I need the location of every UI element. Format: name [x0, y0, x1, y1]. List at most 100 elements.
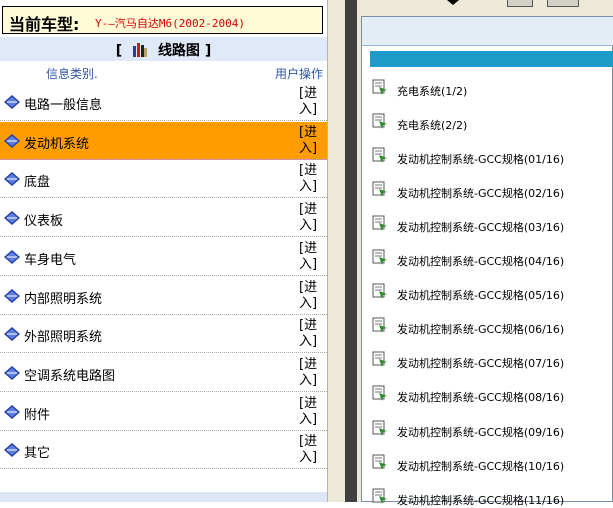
category-row[interactable]: 发动机系统 [进入]: [0, 121, 327, 160]
blue-diamond-book-icon: [4, 133, 20, 148]
enter-link[interactable]: [进入]: [299, 434, 317, 466]
diagram-sheet-icon: [372, 79, 388, 95]
category-label[interactable]: 外部照明系统: [24, 326, 102, 345]
document-panel-header: [362, 17, 613, 46]
diagram-sheet-icon: [372, 113, 388, 130]
toolbar-button[interactable]: [507, 0, 533, 7]
toolbar-button[interactable]: [547, 0, 579, 7]
section-title-bracket-left: [: [115, 43, 123, 59]
document-label[interactable]: 发动机控制系统-GCC规格(08/16): [397, 389, 564, 405]
left-pane-footer: [0, 492, 327, 502]
document-item[interactable]: 发动机控制系统-GCC规格(05/16): [372, 283, 612, 303]
blue-diamond-book-icon: [4, 443, 20, 458]
document-item[interactable]: 发动机控制系统-GCC规格(07/16): [372, 351, 612, 371]
document-item[interactable]: 发动机控制系统-GCC规格(02/16): [372, 181, 612, 201]
category-row[interactable]: 仪表板 [进入]: [0, 199, 327, 238]
column-header: 信息类别. 用户操作: [0, 63, 327, 81]
current-model-label: 当前车型:: [9, 15, 80, 34]
diagram-sheet-icon: [372, 317, 388, 334]
document-label[interactable]: 发动机控制系统-GCC规格(07/16): [397, 355, 564, 371]
category-label[interactable]: 电路一般信息: [24, 94, 102, 113]
blue-diamond-book-icon: [4, 327, 20, 342]
document-label[interactable]: 发动机控制系统-GCC规格(01/16): [397, 151, 564, 167]
category-row[interactable]: 附件 [进入]: [0, 393, 327, 431]
diagram-sheet-icon: [372, 181, 388, 198]
category-label[interactable]: 内部照明系统: [24, 288, 102, 307]
document-label[interactable]: 发动机控制系统-GCC规格(05/16): [397, 287, 564, 303]
blue-diamond-book-icon: [4, 288, 20, 303]
document-label[interactable]: 发动机控制系统-GCC规格(03/16): [397, 219, 564, 235]
diagram-sheet-icon: [372, 215, 388, 232]
right-pane: 充电系统(1/2) 充电系统(2/2) 发动机控制系统-GCC规格(01/16) 发动…: [357, 0, 613, 507]
category-row[interactable]: 底盘 [进入]: [0, 160, 327, 199]
frame-divider[interactable]: [327, 0, 346, 502]
document-item[interactable]: 发动机控制系统-GCC规格(04/16): [372, 249, 612, 269]
document-label[interactable]: 发动机控制系统-GCC规格(09/16): [397, 424, 564, 440]
enter-link[interactable]: [进入]: [299, 163, 317, 195]
document-label[interactable]: 发动机控制系统-GCC规格(11/16): [397, 492, 564, 508]
category-row[interactable]: 电路一般信息 [进入]: [0, 83, 327, 121]
enter-link[interactable]: [进入]: [299, 280, 317, 312]
document-item[interactable]: 发动机控制系统-GCC规格(08/16): [372, 385, 612, 405]
document-item[interactable]: 发动机控制系统-GCC规格(10/16): [372, 454, 612, 474]
enter-link[interactable]: [进入]: [299, 318, 317, 350]
section-title-bracket-right: ]: [204, 43, 212, 59]
category-label[interactable]: 仪表板: [24, 210, 63, 229]
document-label[interactable]: 充电系统(2/2): [397, 117, 467, 133]
blue-diamond-book-icon: [4, 172, 20, 187]
document-item[interactable]: 发动机控制系统-GCC规格(03/16): [372, 215, 612, 235]
blue-diamond-book-icon: [4, 95, 20, 109]
diagram-sheet-icon: [372, 249, 388, 266]
enter-link[interactable]: [进入]: [299, 357, 317, 389]
blue-diamond-book-icon: [4, 249, 20, 264]
enter-link[interactable]: [进入]: [299, 396, 317, 428]
category-row[interactable]: 内部照明系统 [进入]: [0, 277, 327, 315]
diagram-sheet-icon: [372, 351, 388, 368]
blue-diamond-book-icon: [4, 211, 20, 226]
category-label[interactable]: 其它: [24, 442, 50, 461]
category-row[interactable]: 其它 [进入]: [0, 431, 327, 470]
document-panel: 充电系统(1/2) 充电系统(2/2) 发动机控制系统-GCC规格(01/16) 发动…: [361, 16, 613, 507]
category-label[interactable]: 底盘: [24, 171, 50, 190]
document-label[interactable]: 发动机控制系统-GCC规格(02/16): [397, 185, 564, 201]
frame-scrollbar[interactable]: [345, 0, 357, 502]
section-title: [ 线路图 ]: [0, 40, 327, 60]
column-header-operation: 用户操作: [274, 67, 323, 81]
document-item[interactable]: 发动机控制系统-GCC规格(06/16): [372, 317, 612, 337]
document-label[interactable]: 充电系统(1/2): [397, 83, 467, 99]
blue-diamond-book-icon: [4, 365, 20, 380]
enter-link[interactable]: [进入]: [299, 86, 317, 118]
left-pane: 当前车型: Y-—汽马自达M6(2002-2004) [ 线路图 ] 信息类别.…: [0, 0, 327, 502]
blue-diamond-book-icon: [4, 404, 20, 419]
section-title-text: 线路图: [157, 43, 200, 59]
current-model-header: 当前车型: Y-—汽马自达M6(2002-2004): [2, 6, 323, 34]
enter-link[interactable]: [进入]: [299, 241, 317, 273]
document-label[interactable]: 发动机控制系统-GCC规格(04/16): [397, 253, 564, 269]
diagram-sheet-icon: [372, 283, 388, 300]
category-label[interactable]: 空调系统电路图: [24, 365, 115, 384]
category-label[interactable]: 附件: [24, 404, 50, 423]
current-model-value: Y-—汽马自达M6(2002-2004): [95, 17, 245, 30]
document-item[interactable]: 发动机控制系统-GCC规格(11/16): [372, 488, 612, 508]
category-label[interactable]: 车身电气: [24, 249, 76, 268]
diagram-sheet-icon: [372, 147, 388, 164]
book-stack-icon: [133, 43, 148, 57]
diagram-sheet-icon: [372, 420, 388, 436]
diagram-sheet-icon: [372, 454, 388, 470]
document-label[interactable]: 发动机控制系统-GCC规格(06/16): [397, 321, 564, 337]
document-item[interactable]: 发动机控制系统-GCC规格(09/16): [372, 420, 612, 440]
dropdown-arrow-icon[interactable]: [447, 0, 459, 5]
document-item[interactable]: 充电系统(1/2): [372, 79, 612, 99]
document-item[interactable]: 充电系统(2/2): [372, 113, 612, 133]
category-row[interactable]: 外部照明系统 [进入]: [0, 315, 327, 354]
document-panel-accent-bar: [370, 51, 613, 67]
category-label[interactable]: 发动机系统: [24, 133, 89, 152]
category-row[interactable]: 空调系统电路图 [进入]: [0, 354, 327, 392]
section-title-band: [ 线路图 ]: [0, 37, 327, 61]
column-header-type: 信息类别.: [46, 67, 98, 81]
document-label[interactable]: 发动机控制系统-GCC规格(10/16): [397, 458, 564, 474]
enter-link[interactable]: [进入]: [299, 125, 317, 157]
enter-link[interactable]: [进入]: [299, 202, 317, 234]
category-row[interactable]: 车身电气 [进入]: [0, 238, 327, 276]
document-item[interactable]: 发动机控制系统-GCC规格(01/16): [372, 147, 612, 167]
